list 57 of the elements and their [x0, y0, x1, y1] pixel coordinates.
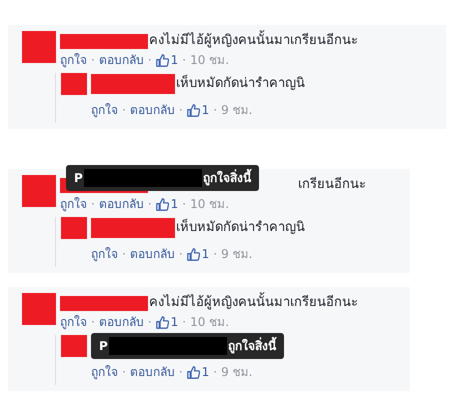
separator-dot: · [178, 102, 183, 119]
separator-dot: · [91, 196, 95, 213]
reply-link[interactable]: ตอบกลับ [98, 51, 144, 69]
redaction-block [61, 73, 87, 95]
thumbs-up-icon [156, 54, 169, 66]
separator-dot: · [148, 52, 152, 69]
like-count[interactable]: 1 [202, 363, 210, 381]
thumbs-up-icon [186, 104, 200, 116]
reply-text: เห็บหมัดกัดน่ารำคาญนิ [176, 218, 305, 238]
redaction-block [22, 31, 56, 63]
like-count[interactable]: 1 [202, 101, 210, 119]
tooltip-name-initial: P [74, 170, 83, 187]
thumbs-up-icon [186, 248, 200, 260]
like-link[interactable]: ถูกใจ [91, 245, 118, 263]
reply-link[interactable]: ตอบกลับ [130, 101, 175, 119]
separator-dot: · [122, 102, 126, 119]
like-count[interactable]: 1 [170, 195, 178, 213]
comment-text: คงไม่มีไอ้ผู้หญิงคนนั้นมาเกรียนอีกนะ [149, 31, 358, 51]
separator-dot: · [213, 102, 218, 119]
redaction-block [61, 217, 87, 239]
separator-dot: · [148, 196, 152, 213]
like-link[interactable]: ถูกใจ [91, 101, 118, 119]
comment-text: เกรียนอีกนะ [298, 176, 366, 194]
redaction-block [22, 293, 56, 325]
like-link[interactable]: ถูกใจ [60, 313, 87, 331]
reply-link[interactable]: ตอบกลับ [130, 245, 175, 263]
separator-dot: · [213, 364, 218, 381]
thumbs-up-icon [156, 316, 169, 328]
separator-dot: · [182, 196, 186, 213]
separator-dot: · [122, 364, 126, 381]
like-link[interactable]: ถูกใจ [60, 51, 87, 69]
tooltip-text: ถูกใจสิ่งนี้ [202, 169, 251, 187]
reply-text: เห็บหมัดกัดน่ารำคาญนิ [176, 74, 305, 94]
thumbs-up-icon [186, 366, 200, 378]
separator-dot: · [178, 246, 183, 263]
separator-dot: · [182, 52, 186, 69]
thumbs-up-icon [156, 198, 169, 210]
separator-dot: · [122, 246, 126, 263]
reply-link[interactable]: ตอบกลับ [98, 195, 144, 213]
like-count[interactable]: 1 [170, 51, 178, 69]
separator-dot: · [178, 364, 183, 381]
like-link[interactable]: ถูกใจ [60, 195, 87, 213]
like-link[interactable]: ถูกใจ [91, 363, 118, 381]
redaction-block [22, 175, 56, 207]
tooltip-name-initial: P [99, 338, 108, 355]
redaction-block [61, 335, 87, 357]
reply-link[interactable]: ตอบกลับ [130, 363, 175, 381]
separator-dot: · [91, 314, 95, 331]
reply-link[interactable]: ตอบกลับ [98, 313, 144, 331]
separator-dot: · [91, 52, 95, 69]
like-count[interactable]: 1 [202, 245, 210, 263]
separator-dot: · [182, 314, 186, 331]
like-count[interactable]: 1 [170, 313, 178, 331]
tooltip-text: ถูกใจสิ่งนี้ [228, 337, 276, 355]
separator-dot: · [148, 314, 152, 331]
comment-text: คงไม่มีไอ้ผู้หญิงคนนั้นมาเกรียนอีกนะ [149, 293, 358, 313]
separator-dot: · [213, 246, 218, 263]
